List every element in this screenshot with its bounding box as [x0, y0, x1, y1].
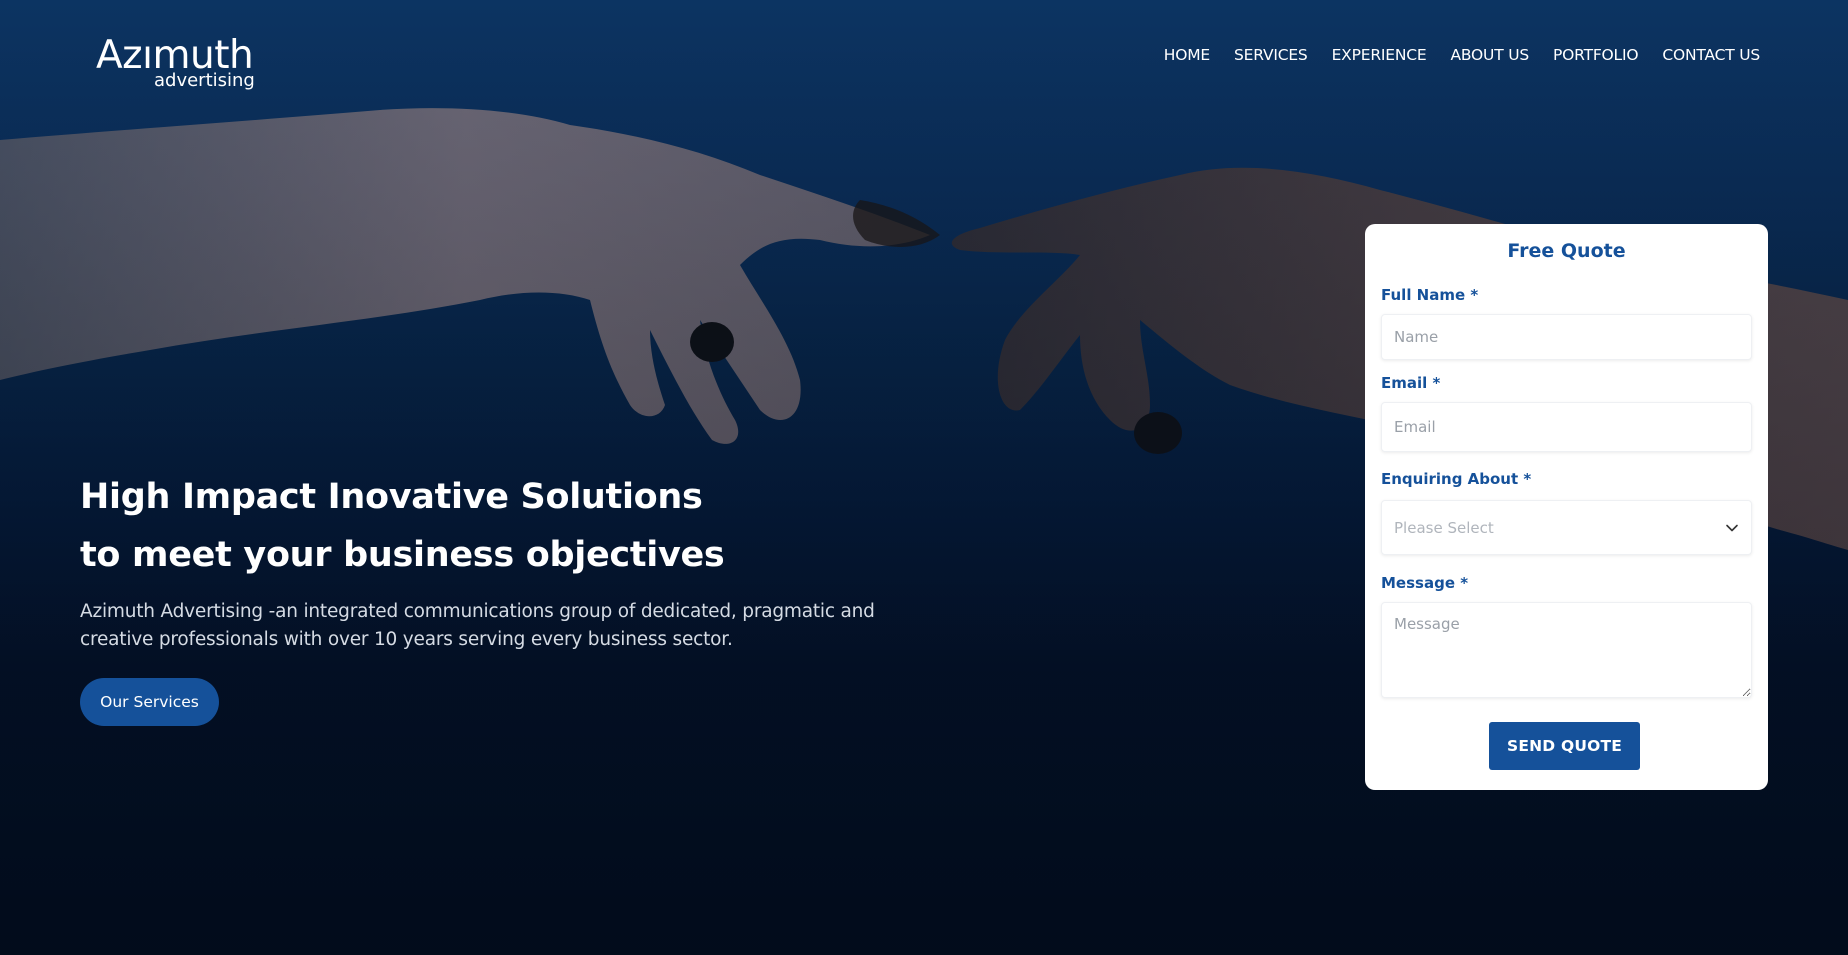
hero-headline-line-2: to meet your business objectives: [80, 535, 725, 575]
hero-section: Azımuth advertising HOME SERVICES EXPERI…: [0, 0, 1848, 955]
hero-headline-line-1: High Impact Inovative Solutions: [80, 477, 703, 517]
nav-item-contact-us[interactable]: CONTACT US: [1662, 46, 1760, 64]
email-input[interactable]: [1381, 402, 1752, 452]
full-name-label: Full Name *: [1381, 286, 1479, 304]
nav-item-portfolio[interactable]: PORTFOLIO: [1553, 46, 1639, 64]
free-quote-form: Free Quote Full Name * Email * Enquiring…: [1365, 224, 1768, 790]
email-label: Email *: [1381, 374, 1441, 392]
send-quote-button[interactable]: SEND QUOTE: [1489, 722, 1640, 770]
message-textarea[interactable]: [1381, 602, 1752, 698]
nav-item-home[interactable]: HOME: [1164, 46, 1210, 64]
enquiring-about-select[interactable]: Please Select: [1381, 500, 1752, 555]
enquiring-about-selected-value: Please Select: [1394, 519, 1494, 537]
nav-item-services[interactable]: SERVICES: [1234, 46, 1308, 64]
logo-tagline: advertising: [154, 70, 255, 91]
our-services-button[interactable]: Our Services: [80, 678, 219, 726]
free-quote-title: Free Quote: [1507, 240, 1626, 262]
hero-headline: High Impact Inovative Solutions to meet …: [80, 468, 880, 584]
full-name-input[interactable]: [1381, 314, 1752, 360]
hero-description: Azimuth Advertising -an integrated commu…: [80, 601, 875, 650]
brand-logo[interactable]: Azımuth advertising: [96, 34, 266, 94]
nav-item-experience[interactable]: EXPERIENCE: [1332, 46, 1427, 64]
message-label: Message *: [1381, 574, 1469, 592]
nav-item-about-us[interactable]: ABOUT US: [1450, 46, 1529, 64]
enquiring-about-label: Enquiring About *: [1381, 470, 1532, 488]
main-nav: HOME SERVICES EXPERIENCE ABOUT US PORTFO…: [1164, 46, 1760, 64]
chevron-down-icon: [1726, 524, 1738, 532]
